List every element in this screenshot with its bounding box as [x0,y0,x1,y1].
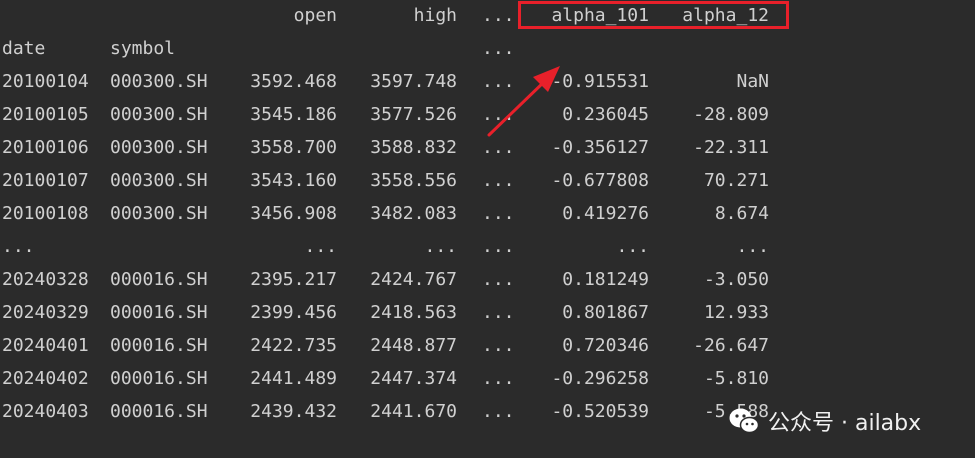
cell-alpha-101: 0.419276 [562,203,649,224]
cell-date: ... [2,236,35,257]
cell-ellipsis: ... [482,368,515,389]
cell-alpha-101: 0.801867 [562,302,649,323]
column-header-open: open [293,5,337,26]
cell-ellipsis: ... [482,104,515,125]
header-row-index: date symbol ... [0,33,975,66]
cell-high: 2448.877 [370,335,457,356]
cell-date: 20240403 [2,401,89,422]
cell-symbol: 000300.SH [110,203,208,224]
cell-symbol: 000016.SH [110,401,208,422]
cell-date: 20240329 [2,302,89,323]
cell-symbol: 000300.SH [110,71,208,92]
cell-high: 3577.526 [370,104,457,125]
cell-alpha-12: 70.271 [703,170,769,191]
cell-open: 2395.217 [250,269,337,290]
column-header-high: high [413,5,457,26]
cell-open: 2441.489 [250,368,337,389]
cell-high: 3558.556 [370,170,457,191]
column-header-ellipsis: ... [482,5,515,26]
table-row: 20240401 000016.SH 2422.735 2448.877... 0.72… [0,330,975,363]
cell-date: 20100108 [2,203,89,224]
cell-alpha-101: -0.520539 [551,401,649,422]
cell-high: 2447.374 [370,368,457,389]
cell-date: 20100106 [2,137,89,158]
index-header-symbol: symbol [110,38,176,59]
cell-date: 20240401 [2,335,89,356]
cell-ellipsis: ... [482,302,515,323]
cell-open: 3558.700 [250,137,337,158]
highlight-box [518,1,789,29]
cell-ellipsis: ... [482,71,515,92]
cell-symbol: 000300.SH [110,137,208,158]
cell-alpha-12: NaN [736,71,769,92]
cell-alpha-12: -5.810 [703,368,769,389]
cell-high: 3588.832 [370,137,457,158]
cell-ellipsis: ... [482,137,515,158]
cell-date: 20100104 [2,71,89,92]
cell-open: 3545.186 [250,104,337,125]
cell-symbol: 000016.SH [110,269,208,290]
cell-open: 3543.160 [250,170,337,191]
cell-alpha-101: -0.677808 [551,170,649,191]
cell-alpha-12: -22.311 [693,137,769,158]
cell-alpha-12: -28.809 [693,104,769,125]
index-header-ellipsis: ... [482,38,515,59]
cell-open: ... [304,236,337,257]
cell-date: 20100105 [2,104,89,125]
cell-alpha-12: 8.674 [714,203,769,224]
cell-date: 20240402 [2,368,89,389]
cell-ellipsis: ... [482,170,515,191]
table-row: 20100108 000300.SH 3456.908 3482.083... 0.41… [0,198,975,231]
cell-alpha-101: ... [616,236,649,257]
cell-alpha-12: -26.647 [693,335,769,356]
cell-date: 20240328 [2,269,89,290]
cell-alpha-101: 0.181249 [562,269,649,290]
table-row: 20240328 000016.SH 2395.217 2424.767... 0.18… [0,264,975,297]
cell-ellipsis: ... [482,203,515,224]
cell-high: 2424.767 [370,269,457,290]
cell-ellipsis: ... [482,269,515,290]
cell-high: 3597.748 [370,71,457,92]
cell-date: 20100107 [2,170,89,191]
cell-alpha-12: -3.050 [703,269,769,290]
cell-ellipsis: ... [482,401,515,422]
table-row: 20100106 000300.SH 3558.700 3588.832... -0.3… [0,132,975,165]
cell-high: 2418.563 [370,302,457,323]
watermark-text: 公众号 · ailabx [768,411,922,436]
table-row: 20240329 000016.SH 2399.456 2418.563... 0.80… [0,297,975,330]
cell-high: 2441.670 [370,401,457,422]
table-row: 20100104 000300.SH 3592.468 3597.748... -0.9… [0,66,975,99]
cell-symbol: 000016.SH [110,335,208,356]
cell-alpha-101: 0.236045 [562,104,649,125]
cell-alpha-101: -0.356127 [551,137,649,158]
cell-open: 2422.735 [250,335,337,356]
table-row: .................. [0,231,975,264]
cell-open: 2399.456 [250,302,337,323]
watermark: 公众号 · ailabx [728,401,921,441]
cell-open: 3592.468 [250,71,337,92]
cell-alpha-101: -0.296258 [551,368,649,389]
wechat-icon [729,408,760,434]
cell-open: 3456.908 [250,203,337,224]
cell-symbol: 000300.SH [110,170,208,191]
cell-ellipsis: ... [482,236,515,257]
cell-alpha-12: ... [736,236,769,257]
cell-alpha-101: -0.915531 [551,71,649,92]
cell-ellipsis: ... [482,335,515,356]
cell-symbol: 000016.SH [110,302,208,323]
cell-high: ... [424,236,457,257]
cell-alpha-12: 12.933 [703,302,769,323]
cell-open: 2439.432 [250,401,337,422]
header-row-columns: open high ... alpha_101 alpha_12 [0,0,975,33]
cell-symbol: 000016.SH [110,368,208,389]
cell-symbol: 000300.SH [110,104,208,125]
cell-alpha-101: 0.720346 [562,335,649,356]
table-row: 20100105 000300.SH 3545.186 3577.526... 0.23… [0,99,975,132]
table-row: 20240402 000016.SH 2441.489 2447.374... -0.2… [0,363,975,396]
table-row: 20100107 000300.SH 3543.160 3558.556... -0.6… [0,165,975,198]
index-header-date: date [2,38,46,59]
cell-high: 3482.083 [370,203,457,224]
